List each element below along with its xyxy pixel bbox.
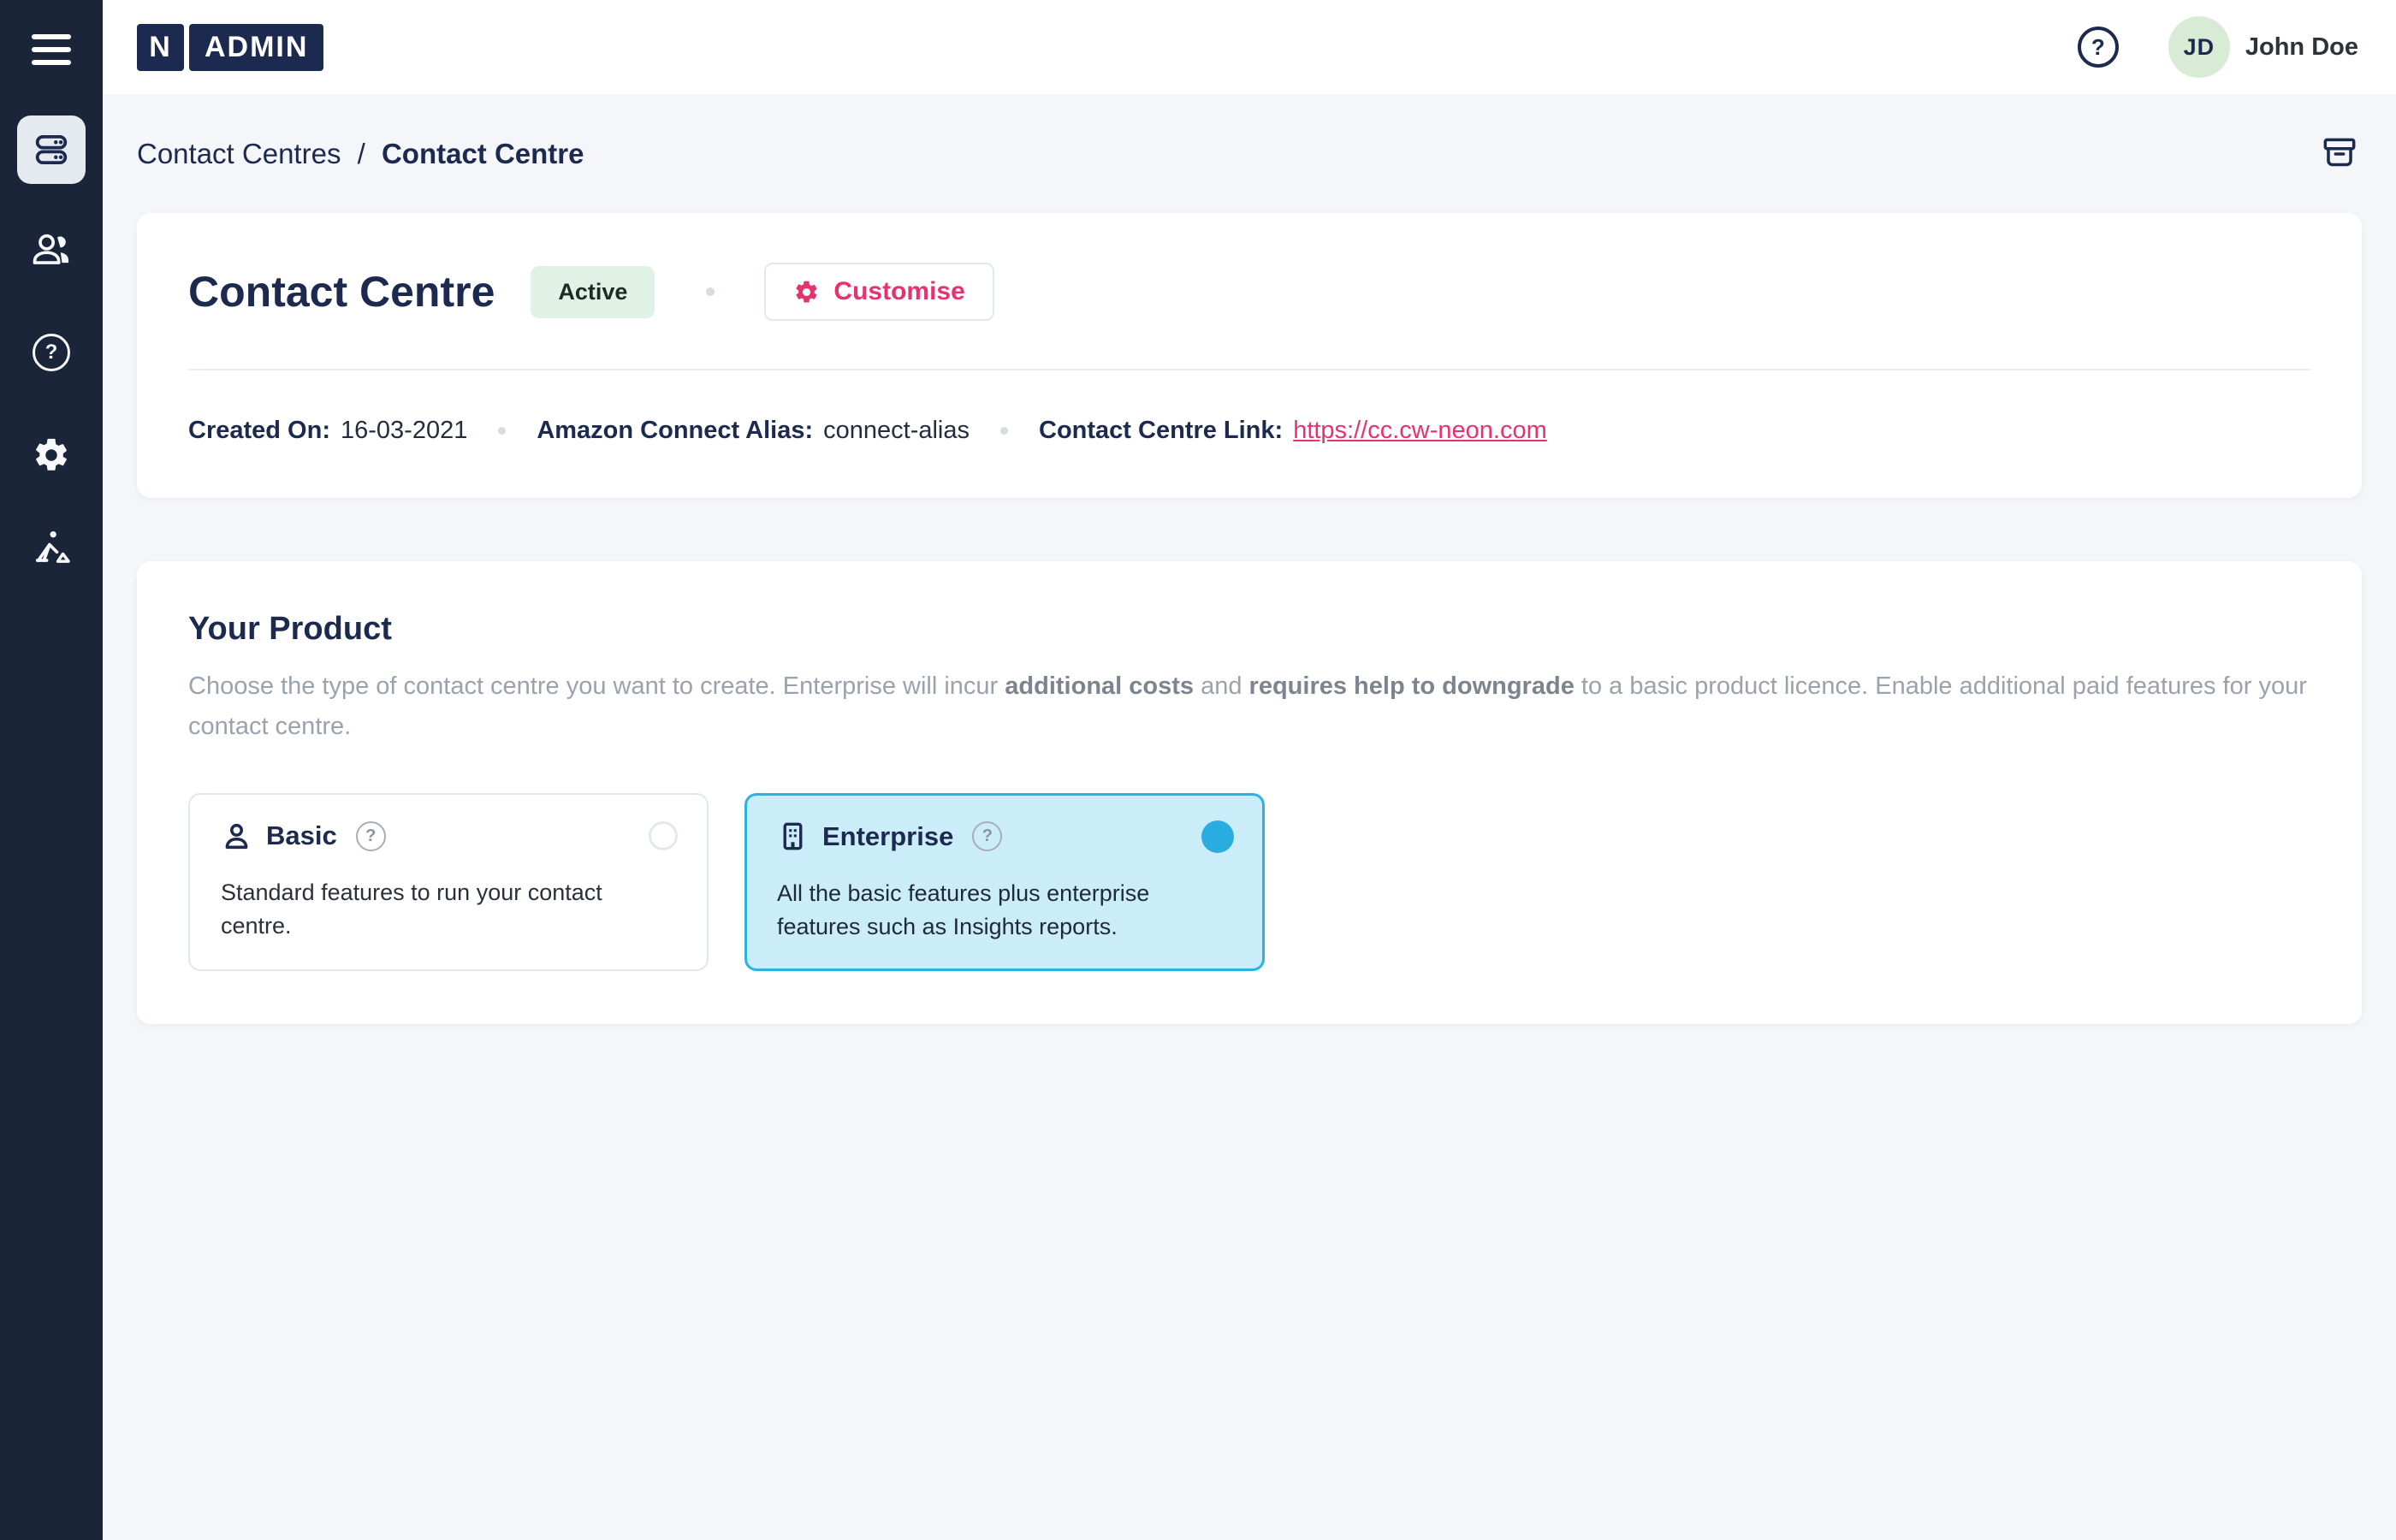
- product-description: Standard features to run your contact ce…: [221, 876, 678, 943]
- page-title: Contact Centre: [188, 267, 495, 317]
- description-bold-costs: additional costs: [1005, 672, 1194, 700]
- card-divider: [188, 369, 2310, 370]
- under-construction-icon: [29, 527, 74, 572]
- breadcrumb-current: Contact Centre: [382, 138, 584, 169]
- sidebar-item-help[interactable]: ?: [0, 318, 103, 387]
- basic-help-icon[interactable]: ?: [356, 821, 386, 851]
- radio-enterprise-selected[interactable]: [1201, 820, 1234, 853]
- product-description: All the basic features plus enterprise f…: [777, 877, 1234, 944]
- product-choices: Basic ? Standard features to run your co…: [188, 793, 2310, 971]
- description-text: Choose the type of contact centre you wa…: [188, 672, 1005, 700]
- active-item-highlight: [17, 116, 86, 184]
- logo-n-box: N: [137, 24, 184, 71]
- radio-basic-unselected[interactable]: [649, 821, 678, 850]
- sidebar-item-contact-centres[interactable]: [0, 116, 103, 184]
- customise-label: Customise: [833, 277, 964, 306]
- hamburger-icon: [32, 34, 71, 65]
- description-text: and: [1194, 672, 1249, 700]
- link-label: Contact Centre Link:: [1039, 417, 1283, 445]
- product-card-basic[interactable]: Basic ? Standard features to run your co…: [188, 793, 709, 971]
- contact-centre-link[interactable]: https://cc.cw-neon.com: [1293, 417, 1547, 445]
- archive-button[interactable]: [2317, 132, 2362, 176]
- alias-label: Amazon Connect Alias:: [537, 417, 813, 445]
- contact-centres-icon: [27, 126, 75, 174]
- contact-centre-card: Contact Centre Active Customise Created …: [137, 213, 2362, 498]
- separator-dot: [1000, 427, 1008, 435]
- product-name: Basic: [266, 820, 337, 851]
- separator-dot: [498, 427, 506, 435]
- header-help-button[interactable]: ?: [2078, 27, 2119, 68]
- created-on-value: 16-03-2021: [341, 417, 467, 445]
- customise-gear-icon: [793, 279, 820, 305]
- status-badge: Active: [531, 266, 655, 318]
- building-icon: [777, 820, 809, 852]
- section-description: Choose the type of contact centre you wa…: [188, 666, 2310, 747]
- sidebar: ?: [0, 0, 103, 1540]
- alias-value: connect-alias: [823, 417, 970, 445]
- top-header: N ADMIN ? JD John Doe: [103, 0, 2396, 94]
- app-root: ? N ADMIN ? JD John Doe Contact Centres …: [0, 0, 2396, 1540]
- product-name: Enterprise: [822, 821, 953, 852]
- separator-dot: [706, 287, 715, 296]
- question-mark-icon: ?: [2091, 34, 2105, 61]
- archive-icon: [2318, 133, 2361, 175]
- your-product-card: Your Product Choose the type of contact …: [137, 561, 2362, 1024]
- sidebar-item-settings[interactable]: [0, 421, 103, 489]
- avatar: JD: [2168, 16, 2230, 78]
- description-bold-downgrade: requires help to downgrade: [1249, 672, 1575, 700]
- details-row: Created On: 16-03-2021 Amazon Connect Al…: [188, 417, 2310, 445]
- breadcrumb-parent-link[interactable]: Contact Centres: [137, 138, 341, 169]
- enterprise-help-icon[interactable]: ?: [972, 821, 1002, 851]
- breadcrumb-separator: /: [349, 138, 374, 169]
- user-name: John Doe: [2245, 33, 2358, 62]
- customise-button[interactable]: Customise: [764, 263, 993, 321]
- created-on-label: Created On:: [188, 417, 330, 445]
- product-card-enterprise[interactable]: Enterprise ? All the basic features plus…: [744, 793, 1265, 971]
- user-menu[interactable]: JD John Doe: [2168, 16, 2358, 78]
- person-icon: [221, 820, 252, 852]
- menu-toggle-button[interactable]: [0, 15, 103, 84]
- breadcrumb: Contact Centres / Contact Centre: [137, 134, 2362, 174]
- sidebar-item-under-construction[interactable]: [0, 515, 103, 583]
- settings-gear-icon: [32, 435, 71, 475]
- users-icon: [29, 228, 74, 273]
- logo-admin-box: ADMIN: [189, 24, 323, 71]
- app-logo[interactable]: N ADMIN: [137, 24, 323, 71]
- main-content: Contact Centres / Contact Centre Contact…: [103, 94, 2396, 1024]
- section-title: Your Product: [188, 611, 2310, 648]
- help-icon: ?: [33, 334, 70, 371]
- sidebar-item-users[interactable]: [0, 216, 103, 285]
